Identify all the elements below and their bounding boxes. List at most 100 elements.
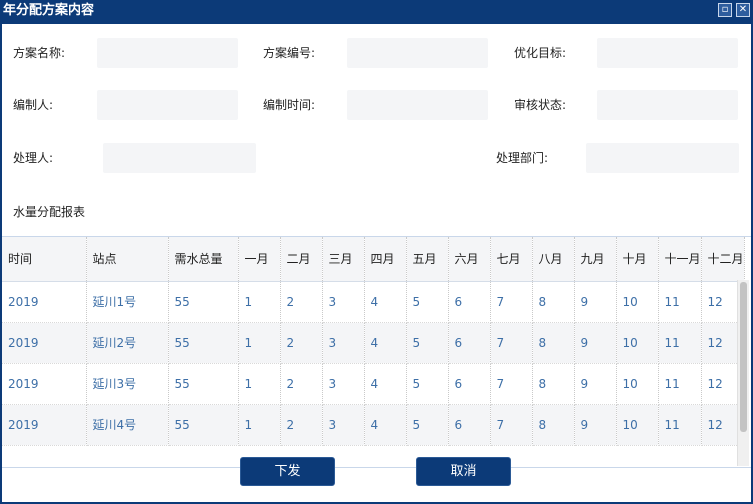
table-cell: 延川2号 <box>86 322 169 364</box>
table-cell: 10 <box>616 281 659 323</box>
column-header: 九月 <box>574 237 617 282</box>
table-cell: 5 <box>406 363 449 405</box>
table-cell: 5 <box>406 281 449 323</box>
review-status-label: 审核状态: <box>514 98 567 112</box>
plan-code-label: 方案编号: <box>263 46 316 60</box>
table-cell: 10 <box>616 404 659 446</box>
column-header: 七月 <box>490 237 533 282</box>
dialog-title: 年分配方案内容 <box>3 3 95 18</box>
table-cell: 2 <box>280 363 323 405</box>
table-cell: 3 <box>322 281 365 323</box>
table-scrollbar[interactable] <box>737 280 749 466</box>
handler-label: 处理人: <box>13 151 54 165</box>
table-cell: 1 <box>238 363 281 405</box>
allocation-grid: 时间 站点 需水总量 一月 二月 三月 四月 五月 六月 七月 八月 九月 十月 十一月 十二月 2019 延… <box>2 237 745 446</box>
table-cell: 4 <box>364 363 407 405</box>
table-cell: 9 <box>574 363 617 405</box>
table-cell: 4 <box>364 322 407 364</box>
goal-input[interactable] <box>597 38 738 68</box>
column-header: 时间 <box>2 237 87 282</box>
table-cell: 11 <box>658 281 702 323</box>
table-cell: 10 <box>616 363 659 405</box>
table-cell: 1 <box>238 322 281 364</box>
table-cell: 7 <box>490 404 533 446</box>
table-cell: 7 <box>490 322 533 364</box>
handler-input[interactable] <box>103 143 256 173</box>
table-cell: 11 <box>658 363 702 405</box>
table-cell: 延川1号 <box>86 281 169 323</box>
table-cell: 5 <box>406 404 449 446</box>
allocation-table: 时间 站点 需水总量 一月 二月 三月 四月 五月 六月 七月 八月 九月 十月 十一月 十二月 2019 延… <box>2 236 751 468</box>
dialog-body: 方案名称: 方案编号: 优化目标: 编制人: 编制时间: 审核状态: 处理人: … <box>2 24 751 502</box>
table-header-row: 时间 站点 需水总量 一月 二月 三月 四月 五月 六月 七月 八月 九月 十月 十一月 十二月 <box>2 237 745 282</box>
column-header: 五月 <box>406 237 449 282</box>
table-cell: 6 <box>448 363 491 405</box>
column-header: 八月 <box>532 237 575 282</box>
table-body: 2019 延川1号 55 1 2 3 4 5 6 7 8 9 10 11 12 2019 延川2号 55 1 2 3 4 5… <box>2 281 745 446</box>
column-header: 四月 <box>364 237 407 282</box>
table-cell: 6 <box>448 404 491 446</box>
column-header: 站点 <box>86 237 169 282</box>
table-cell: 4 <box>364 281 407 323</box>
table-row[interactable]: 2019 延川1号 55 1 2 3 4 5 6 7 8 9 10 11 12 <box>2 281 745 323</box>
section-title: 水量分配报表 <box>13 205 86 219</box>
table-cell: 9 <box>574 404 617 446</box>
scrollbar-thumb[interactable] <box>740 282 747 432</box>
table-cell: 延川4号 <box>86 404 169 446</box>
maximize-icon[interactable]: ▫ <box>718 3 732 17</box>
plan-name-input[interactable] <box>97 38 238 68</box>
table-cell: 8 <box>532 322 575 364</box>
table-cell: 11 <box>658 404 702 446</box>
table-cell: 8 <box>532 363 575 405</box>
department-label: 处理部门: <box>496 151 549 165</box>
column-header: 需水总量 <box>168 237 239 282</box>
column-header: 二月 <box>280 237 323 282</box>
author-input[interactable] <box>97 90 238 120</box>
table-cell: 2 <box>280 404 323 446</box>
compile-time-input[interactable] <box>347 90 488 120</box>
table-cell: 3 <box>322 363 365 405</box>
department-input[interactable] <box>586 143 739 173</box>
author-label: 编制人: <box>13 98 54 112</box>
column-header: 三月 <box>322 237 365 282</box>
table-row[interactable]: 2019 延川3号 55 1 2 3 4 5 6 7 8 9 10 11 12 <box>2 363 745 405</box>
table-cell: 4 <box>364 404 407 446</box>
cancel-button[interactable]: 取消 <box>416 457 511 486</box>
table-cell: 9 <box>574 281 617 323</box>
dialog-window: 年分配方案内容 ▫ ✕ 方案名称: 方案编号: 优化目标: 编制人: 编制时间:… <box>0 0 753 504</box>
table-cell: 2019 <box>2 281 87 323</box>
close-icon[interactable]: ✕ <box>736 3 750 17</box>
compile-time-label: 编制时间: <box>263 98 316 112</box>
table-cell: 11 <box>658 322 702 364</box>
table-row[interactable]: 2019 延川2号 55 1 2 3 4 5 6 7 8 9 10 11 12 <box>2 322 745 364</box>
table-row[interactable]: 2019 延川4号 55 1 2 3 4 5 6 7 8 9 10 11 12 <box>2 404 745 446</box>
table-cell: 1 <box>238 281 281 323</box>
table-cell: 10 <box>616 322 659 364</box>
table-cell: 2019 <box>2 363 87 405</box>
table-cell: 2019 <box>2 404 87 446</box>
table-cell: 8 <box>532 281 575 323</box>
table-cell: 3 <box>322 404 365 446</box>
table-cell: 3 <box>322 322 365 364</box>
plan-code-input[interactable] <box>347 38 488 68</box>
review-status-input[interactable] <box>597 90 738 120</box>
table-cell: 2 <box>280 322 323 364</box>
column-header: 十二月 <box>701 237 745 282</box>
goal-label: 优化目标: <box>514 46 567 60</box>
table-cell: 8 <box>532 404 575 446</box>
table-cell: 9 <box>574 322 617 364</box>
table-cell: 2019 <box>2 322 87 364</box>
table-cell: 1 <box>238 404 281 446</box>
table-cell: 55 <box>168 404 239 446</box>
table-cell: 延川3号 <box>86 363 169 405</box>
title-bar[interactable]: 年分配方案内容 ▫ ✕ <box>0 0 753 24</box>
plan-name-label: 方案名称: <box>13 46 66 60</box>
issue-button[interactable]: 下发 <box>240 457 335 486</box>
table-cell: 55 <box>168 281 239 323</box>
column-header: 十月 <box>616 237 659 282</box>
table-cell: 7 <box>490 281 533 323</box>
column-header: 六月 <box>448 237 491 282</box>
table-cell: 55 <box>168 322 239 364</box>
column-header: 一月 <box>238 237 281 282</box>
table-cell: 2 <box>280 281 323 323</box>
